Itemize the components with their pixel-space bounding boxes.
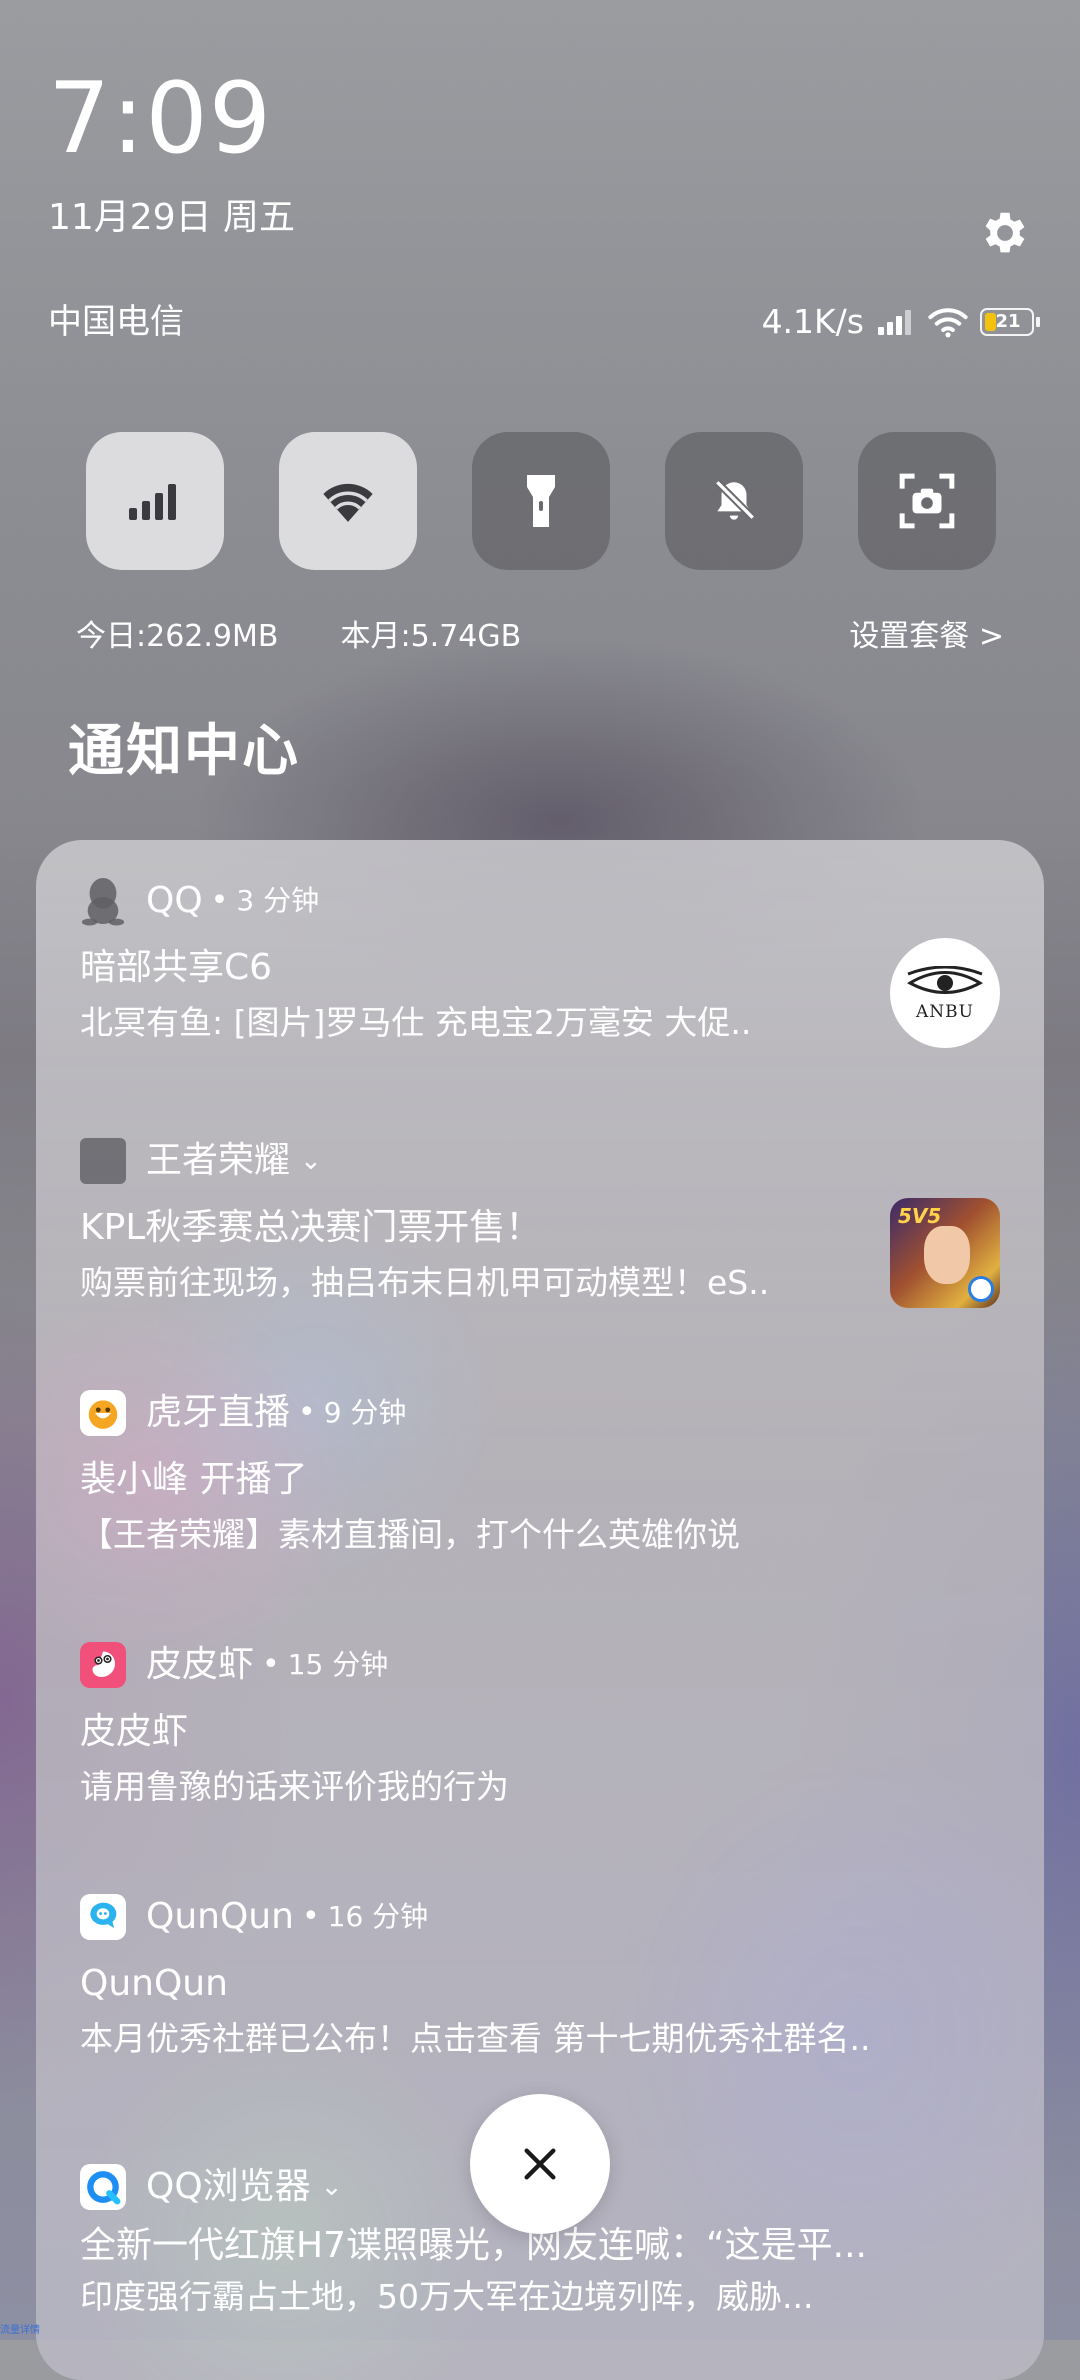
chevron-down-icon[interactable]: ⌄ — [321, 2174, 343, 2200]
notif-title: KPL秋季赛总决赛门票开售！ — [80, 1207, 542, 1248]
data-today: 今日:262.9MB — [76, 619, 279, 654]
notif-title: 皮皮虾 — [80, 1711, 189, 1752]
notif-body: 印度强行霸占土地，50万大军在边境列阵，威胁... — [80, 2277, 814, 2317]
pipixia-app-icon — [80, 1642, 126, 1688]
date-label: 11月29日 周五 — [48, 197, 296, 238]
mobile-data-toggle[interactable] — [86, 432, 224, 570]
mute-bell-icon — [714, 479, 756, 521]
flashlight-icon — [527, 475, 555, 527]
notif-title: QunQun — [80, 1963, 228, 2004]
notif-app-name: 王者荣耀 — [146, 1140, 291, 1181]
close-icon — [524, 2148, 556, 2180]
signal-icon — [878, 309, 911, 335]
clock: 7:09 — [48, 62, 273, 176]
notif-app-name: QunQun — [146, 1896, 294, 1937]
notification-qunqun[interactable]: QunQun • 16 分钟 QunQun 本月优秀社群已公布！点击查看 第十七… — [80, 1890, 1000, 2059]
notif-body: 购票前往现场，抽吕布末日机甲可动模型！eS.. — [80, 1263, 770, 1303]
separator-dot: • — [301, 1899, 320, 1934]
data-usage-row: 今日:262.9MB 本月:5.74GB 设置套餐 > — [76, 622, 1004, 652]
wifi-toggle[interactable] — [279, 432, 417, 570]
data-details-link[interactable]: 流量详情 — [0, 2326, 40, 2336]
notif-time: 15 分钟 — [287, 1648, 389, 1681]
notif-time: 9 分钟 — [323, 1396, 407, 1429]
net-speed: 4.1K/s — [761, 302, 864, 341]
qunqun-app-icon — [80, 1894, 126, 1940]
game-badge-text: 5V5 — [898, 1204, 942, 1228]
avatar-text: ANBU — [916, 1001, 974, 1022]
quick-settings — [86, 432, 996, 570]
tencent-logo-icon — [968, 1276, 994, 1302]
group-avatar: ANBU — [890, 938, 1000, 1048]
notif-app-name: 皮皮虾 — [146, 1644, 255, 1685]
wifi-icon — [323, 483, 373, 522]
qq-browser-app-icon — [80, 2164, 126, 2210]
flashlight-toggle[interactable] — [472, 432, 610, 570]
screenshot-toggle[interactable] — [858, 432, 996, 570]
clear-all-button[interactable] — [470, 2094, 610, 2234]
notif-app-name: 虎牙直播 — [146, 1392, 291, 1433]
status-indicators: 4.1K/s 21 — [762, 302, 1042, 341]
data-month: 本月:5.74GB — [340, 619, 522, 654]
notif-time: 16 分钟 — [327, 1900, 429, 1933]
battery-percent: 21 — [995, 310, 1021, 332]
notif-body: 请用鲁豫的话来评价我的行为 — [80, 1767, 509, 1807]
notif-app-name: QQ浏览器 — [146, 2166, 311, 2207]
notif-title: 裴小峰 开播了 — [80, 1459, 308, 1500]
separator-dot: • — [210, 883, 229, 918]
huya-app-icon — [80, 1390, 126, 1436]
notification-qq[interactable]: QQ • 3 分钟 暗部共享C6 北冥有鱼: [图片]罗马仕 充电宝2万毫安 大… — [80, 874, 1000, 1048]
game-hero-face — [924, 1226, 970, 1284]
notification-huya[interactable]: 虎牙直播 • 9 分钟 裴小峰 开播了 【王者荣耀】素材直播间，打个什么英雄你说 — [80, 1386, 1000, 1555]
gear-icon — [985, 212, 1025, 253]
settings-button[interactable] — [976, 206, 1030, 260]
carrier-label: 中国电信 — [48, 302, 184, 342]
game-thumbnail: 5V5 — [890, 1198, 1000, 1308]
notif-body: 【王者荣耀】素材直播间，打个什么英雄你说 — [80, 1515, 740, 1555]
qq-penguin-icon — [80, 878, 126, 926]
separator-dot: • — [298, 1395, 316, 1430]
cellular-data-icon — [129, 484, 176, 520]
battery-icon: 21 — [980, 307, 1042, 336]
set-plan-link[interactable]: 设置套餐 > — [849, 622, 1004, 652]
notification-pipixia[interactable]: 皮皮虾 • 15 分钟 皮皮虾 请用鲁豫的话来评价我的行为 — [80, 1638, 1000, 1807]
screenshot-icon — [899, 473, 955, 529]
wifi-status-icon — [928, 307, 968, 337]
separator-dot: • — [262, 1647, 280, 1682]
notif-title: 暗部共享C6 — [80, 947, 273, 988]
notif-body: 本月优秀社群已公布！点击查看 第十七期优秀社群名.. — [80, 2019, 871, 2059]
honor-of-kings-app-icon — [80, 1138, 126, 1184]
notif-time: 3 分钟 — [236, 884, 320, 917]
chevron-down-icon[interactable]: ⌄ — [300, 1148, 322, 1174]
mute-toggle[interactable] — [665, 432, 803, 570]
notification-center-title: 通知中心 — [68, 719, 300, 784]
eye-logo-icon — [906, 965, 984, 994]
notif-app-name: QQ — [146, 880, 203, 921]
notif-body: 北冥有鱼: [图片]罗马仕 充电宝2万毫安 大促.. — [80, 1003, 752, 1043]
notification-honor-of-kings[interactable]: 王者荣耀 ⌄ KPL秋季赛总决赛门票开售！ 购票前往现场，抽吕布末日机甲可动模型… — [80, 1134, 1000, 1308]
